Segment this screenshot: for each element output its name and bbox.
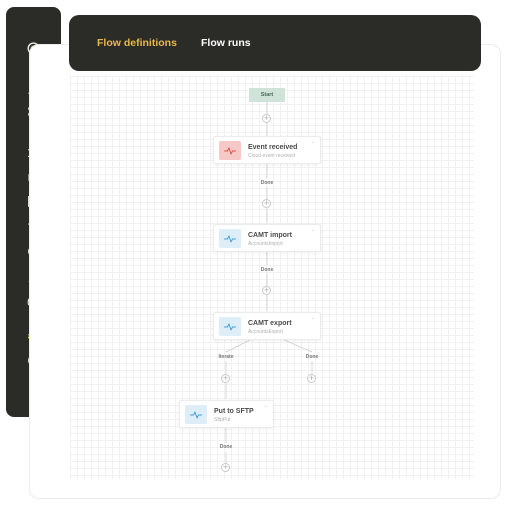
node-subtitle: AccountsExport	[248, 329, 284, 335]
chevron-down-icon[interactable]: ⌄	[311, 139, 315, 145]
edge-label-done: Done	[260, 180, 274, 186]
activity-icon	[219, 141, 241, 160]
add-step-button[interactable]: +	[221, 374, 230, 383]
add-step-button[interactable]: +	[262, 199, 271, 208]
activity-icon	[219, 229, 241, 248]
chevron-down-icon[interactable]: ⌄	[311, 315, 315, 321]
flow-node-camt-export[interactable]: CAMT export AccountsExport ⌄	[213, 312, 321, 340]
edge-label-done: Done	[305, 354, 319, 360]
edge-label-done: Done	[219, 444, 233, 450]
node-subtitle: Cloud event received	[248, 153, 295, 159]
add-step-button[interactable]: +	[262, 286, 271, 295]
add-step-button[interactable]: +	[221, 463, 230, 472]
node-title: Event received	[248, 144, 298, 151]
flow-connectors	[225, 102, 313, 463]
flow-start-node[interactable]: Start	[249, 88, 285, 102]
flow-node-camt-import[interactable]: CAMT import AccountsImport ⌄	[213, 224, 321, 252]
edge-label-iterate: Iterate	[218, 354, 234, 360]
flow-node-event-received[interactable]: Event received Cloud event received ⌄	[213, 136, 321, 164]
chevron-down-icon[interactable]: ⌄	[311, 227, 315, 233]
activity-icon	[185, 405, 207, 424]
edge-label-done: Done	[260, 267, 274, 273]
add-step-button[interactable]: +	[262, 114, 271, 123]
flow-node-put-to-sftp[interactable]: Put to SFTP SftpPut ⌄	[179, 400, 274, 428]
node-subtitle: AccountsImport	[248, 241, 283, 247]
node-title: CAMT export	[248, 320, 292, 327]
node-subtitle: SftpPut	[214, 417, 231, 423]
add-step-button[interactable]: +	[307, 374, 316, 383]
node-title: CAMT import	[248, 232, 292, 239]
node-title: Put to SFTP	[214, 408, 254, 415]
activity-icon	[219, 317, 241, 336]
chevron-down-icon[interactable]: ⌄	[264, 403, 268, 409]
